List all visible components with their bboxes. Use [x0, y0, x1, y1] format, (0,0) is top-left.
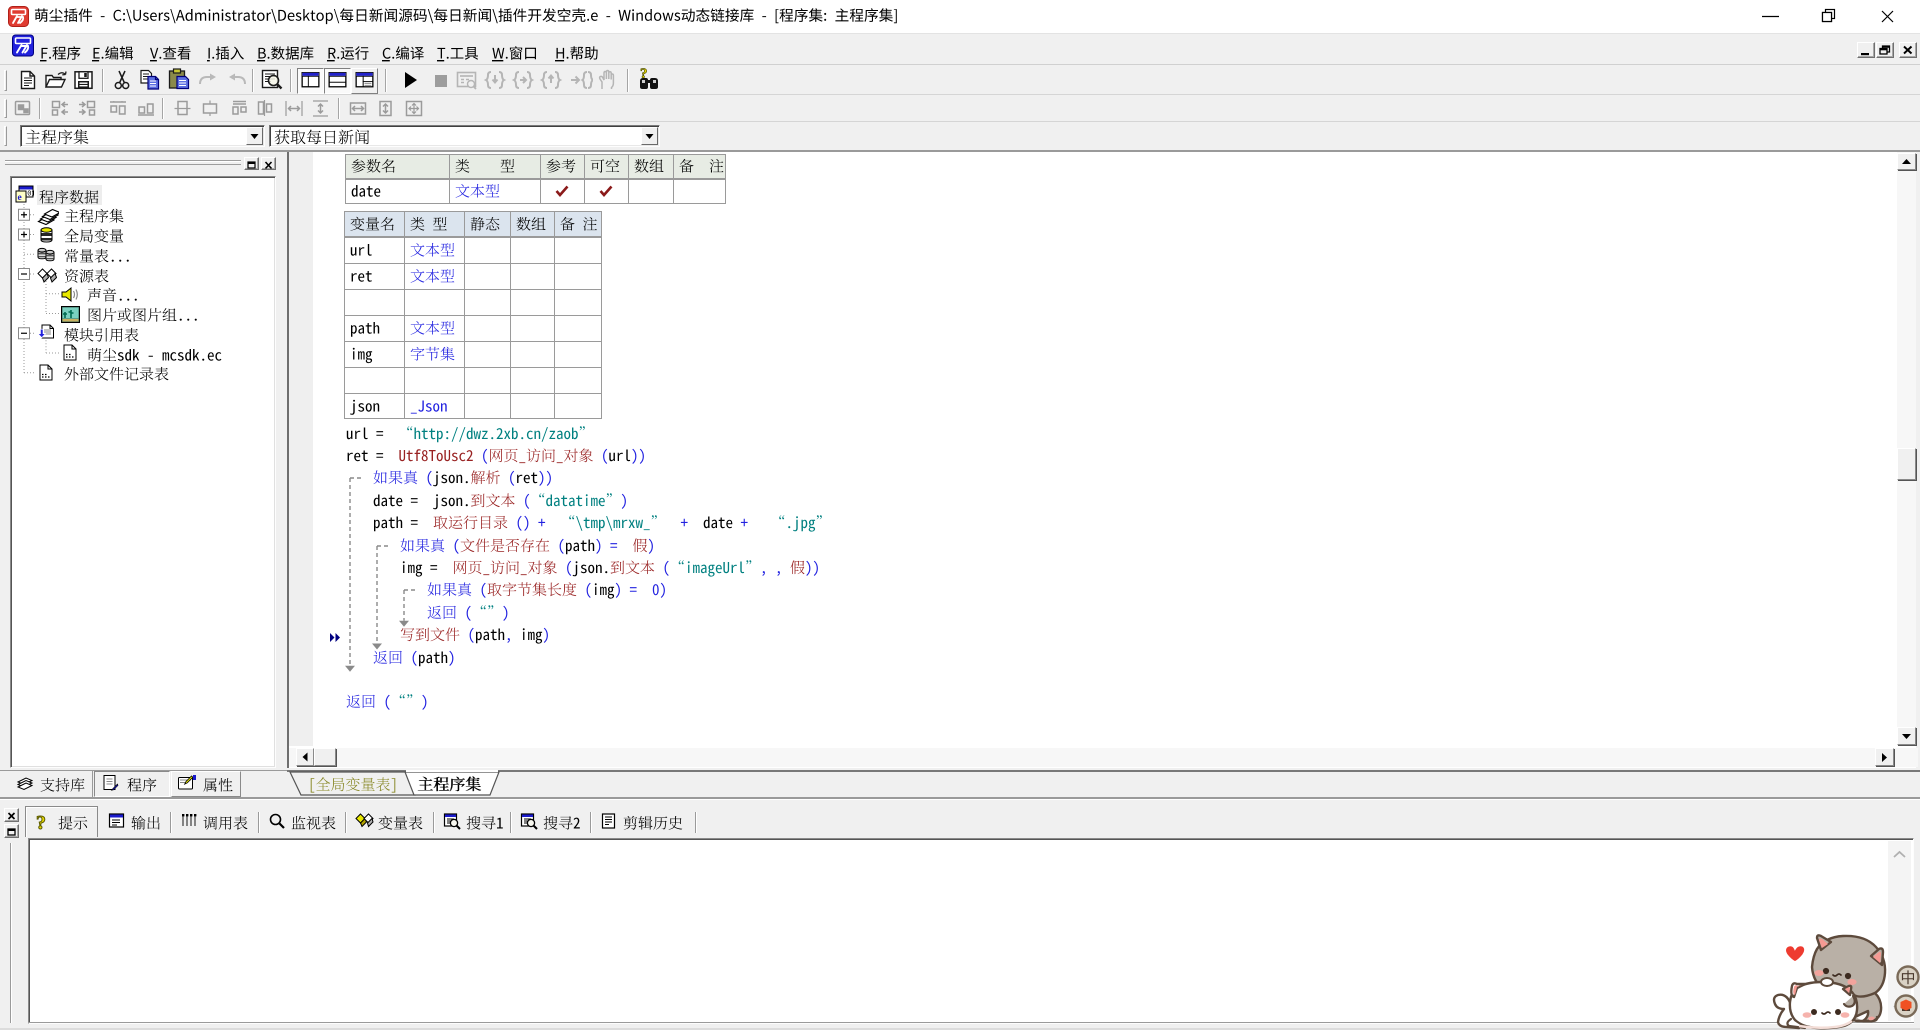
svg-text:?: ? — [36, 812, 46, 832]
svg-text:e: e — [18, 193, 22, 203]
